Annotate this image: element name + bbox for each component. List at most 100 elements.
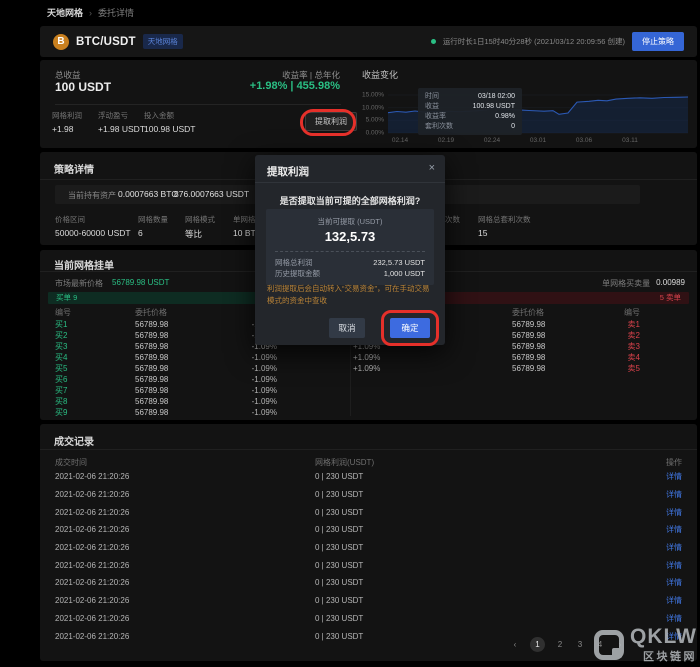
- watermark: QKLW 区块链网: [594, 626, 697, 664]
- chart-x-tick: 03.06: [564, 137, 604, 144]
- modal-detail-label: 历史提取金额: [275, 268, 320, 279]
- col-sell-id: 编号: [572, 307, 640, 318]
- trade-row: 2021-02-06 21:20:260 | 230 USDT详情: [40, 610, 697, 628]
- runtime-text: 运行时长1日15时40分28秒 (2021/03/12 20:09:56 创建): [443, 36, 625, 47]
- sell-order-id: 卖4: [572, 352, 640, 363]
- trade-detail-link[interactable]: 详情: [627, 542, 697, 553]
- grid-order-row: 买656789.98-1.09%: [40, 374, 697, 385]
- grid-order-row: 买956789.98-1.09%: [40, 407, 697, 418]
- chart-y-tick: 10.00%: [362, 104, 384, 111]
- trade-detail-link[interactable]: 详情: [627, 507, 697, 518]
- stat-item: 浮动盈亏+1.98 USDT: [98, 110, 145, 134]
- trade-time: 2021-02-06 21:20:26: [40, 614, 315, 623]
- profit-chart[interactable]: 15.00%10.00%5.00%0.00% 02.1402.1902.2403…: [362, 86, 694, 148]
- stat-item-label: 网格利润: [52, 110, 82, 121]
- divider: [55, 104, 341, 105]
- trade-detail-link[interactable]: 详情: [627, 489, 697, 500]
- modal-detail-value: 1,000 USDT: [384, 268, 425, 279]
- tooltip-value: 100.98 USDT: [473, 102, 515, 112]
- breadcrumb: 天地网格 › 委托详情: [47, 6, 134, 19]
- trade-row: 2021-02-06 21:20:260 | 230 USDT详情: [40, 521, 697, 539]
- tooltip-row: 套利次数 0: [425, 122, 515, 132]
- trade-time: 2021-02-06 21:20:26: [40, 632, 315, 641]
- breadcrumb-home-link[interactable]: 天地网格: [47, 6, 83, 19]
- grid-order-row: 买756789.98-1.09%: [40, 385, 697, 396]
- modal-detail-value: 232,5.73 USDT: [373, 257, 425, 268]
- buy-order-price: 56789.98: [135, 386, 235, 395]
- modal-detail-rows: 网格总利润232,5.73 USDT历史提取金额1,000 USDT: [275, 257, 425, 279]
- holding-btc-value: 0.0007663 BTC: [118, 189, 178, 199]
- trade-time: 2021-02-06 21:20:26: [40, 508, 315, 517]
- chart-y-tick: 15.00%: [362, 92, 384, 99]
- withdrawable-box: 当前可提取 (USDT) 132,5.73 网格总利润232,5.73 USDT…: [266, 209, 434, 285]
- holding-assets-label: 当前持有资产: [68, 190, 116, 201]
- pagination-prev-icon[interactable]: ‹: [510, 640, 520, 649]
- strategy-item-label: 网格总套利次数: [478, 214, 531, 225]
- tooltip-label: 收益率: [425, 112, 446, 122]
- tooltip-value: 03/18 02:00: [478, 92, 515, 102]
- sell-order-id: 卖1: [572, 319, 640, 330]
- trade-profit: 0 | 230 USDT: [315, 472, 627, 481]
- watermark-text: QKLW 区块链网: [630, 626, 697, 664]
- modal-question: 是否提取当前可提的全部网格利润?: [255, 194, 445, 207]
- pagination-page-3[interactable]: 3: [575, 640, 585, 649]
- modal-note: 利润提取后会自动转入“交易资金”，可在手动交易模式的资金中查收: [267, 283, 433, 306]
- trade-detail-link[interactable]: 详情: [627, 524, 697, 535]
- trade-row: 2021-02-06 21:20:260 | 230 USDT详情: [40, 486, 697, 504]
- withdraw-profit-button[interactable]: 提取利润: [305, 112, 357, 131]
- trade-time: 2021-02-06 21:20:26: [40, 543, 315, 552]
- trade-profit: 0 | 230 USDT: [315, 508, 627, 517]
- trade-row: 2021-02-06 21:20:260 | 230 USDT详情: [40, 503, 697, 521]
- chart-tooltip: 时间03/18 02:00收益100.98 USDT收益率0.98%套利次数0: [418, 88, 522, 135]
- sell-order-id: 卖5: [572, 363, 640, 374]
- stat-item-value: +1.98 USDT: [98, 124, 145, 134]
- tooltip-label: 时间: [425, 92, 439, 102]
- trade-detail-link[interactable]: 详情: [627, 595, 697, 606]
- col-trade-time: 成交时间: [40, 457, 315, 468]
- buy-order-price: 56789.98: [135, 331, 235, 340]
- sell-order-price: 56789.98: [403, 364, 572, 373]
- buy-order-price: 56789.98: [135, 320, 235, 329]
- cancel-button[interactable]: 取消: [329, 318, 365, 338]
- pagination-page-2[interactable]: 2: [555, 640, 565, 649]
- breadcrumb-current: 委托详情: [98, 6, 134, 19]
- strategy-item-value: 等比: [185, 228, 215, 240]
- trade-profit: 0 | 230 USDT: [315, 614, 627, 623]
- trade-row: 2021-02-06 21:20:260 | 230 USDT详情: [40, 592, 697, 610]
- buy-order-id: 买7: [40, 385, 135, 396]
- trade-detail-link[interactable]: 详情: [627, 613, 697, 624]
- buy-order-id: 买5: [40, 363, 135, 374]
- yield-value: +1.98% | 455.98%: [250, 80, 340, 92]
- breadcrumb-separator-icon: ›: [89, 8, 92, 18]
- qklw-logo-icon: [594, 630, 624, 660]
- trade-history-title: 成交记录: [54, 433, 94, 448]
- strategy-item: 网格数量6: [138, 214, 168, 238]
- trade-detail-link[interactable]: 详情: [627, 577, 697, 588]
- confirm-button[interactable]: 确定: [390, 318, 430, 338]
- modal-title: 提取利润: [267, 164, 309, 179]
- stop-strategy-button[interactable]: 停止策略: [632, 32, 684, 51]
- running-status-dot: [431, 39, 436, 44]
- trade-detail-link[interactable]: 详情: [627, 471, 697, 482]
- tooltip-label: 套利次数: [425, 122, 453, 132]
- stat-item-value: +1.98: [52, 124, 82, 134]
- chart-title: 收益变化: [362, 68, 398, 81]
- tooltip-row: 收益100.98 USDT: [425, 102, 515, 112]
- grid-amount: 单网格买卖量 0.00989: [602, 278, 685, 289]
- buy-order-id: 买4: [40, 352, 135, 363]
- strategy-item: 价格区间50000-60000 USDT: [55, 214, 131, 238]
- grid-order-row: 买456789.98-1.09%+1.09%56789.98卖4: [40, 352, 697, 363]
- buy-order-price: 56789.98: [135, 342, 235, 351]
- pagination-page-1[interactable]: 1: [530, 637, 545, 652]
- grid-amount-label: 单网格买卖量: [602, 278, 650, 289]
- chart-x-tick: 02.24: [472, 137, 512, 144]
- tooltip-value: 0: [511, 122, 515, 132]
- buy-order-price: 56789.98: [135, 353, 235, 362]
- strategy-item-label: 网格模式: [185, 214, 215, 225]
- grid-order-row: 买856789.98-1.09%: [40, 396, 697, 407]
- close-icon[interactable]: ×: [429, 162, 435, 174]
- stat-item: 网格利润 +1.98: [52, 110, 82, 134]
- divider: [255, 182, 445, 183]
- trade-detail-link[interactable]: 详情: [627, 560, 697, 571]
- total-profit-value: 100 USDT: [55, 80, 111, 94]
